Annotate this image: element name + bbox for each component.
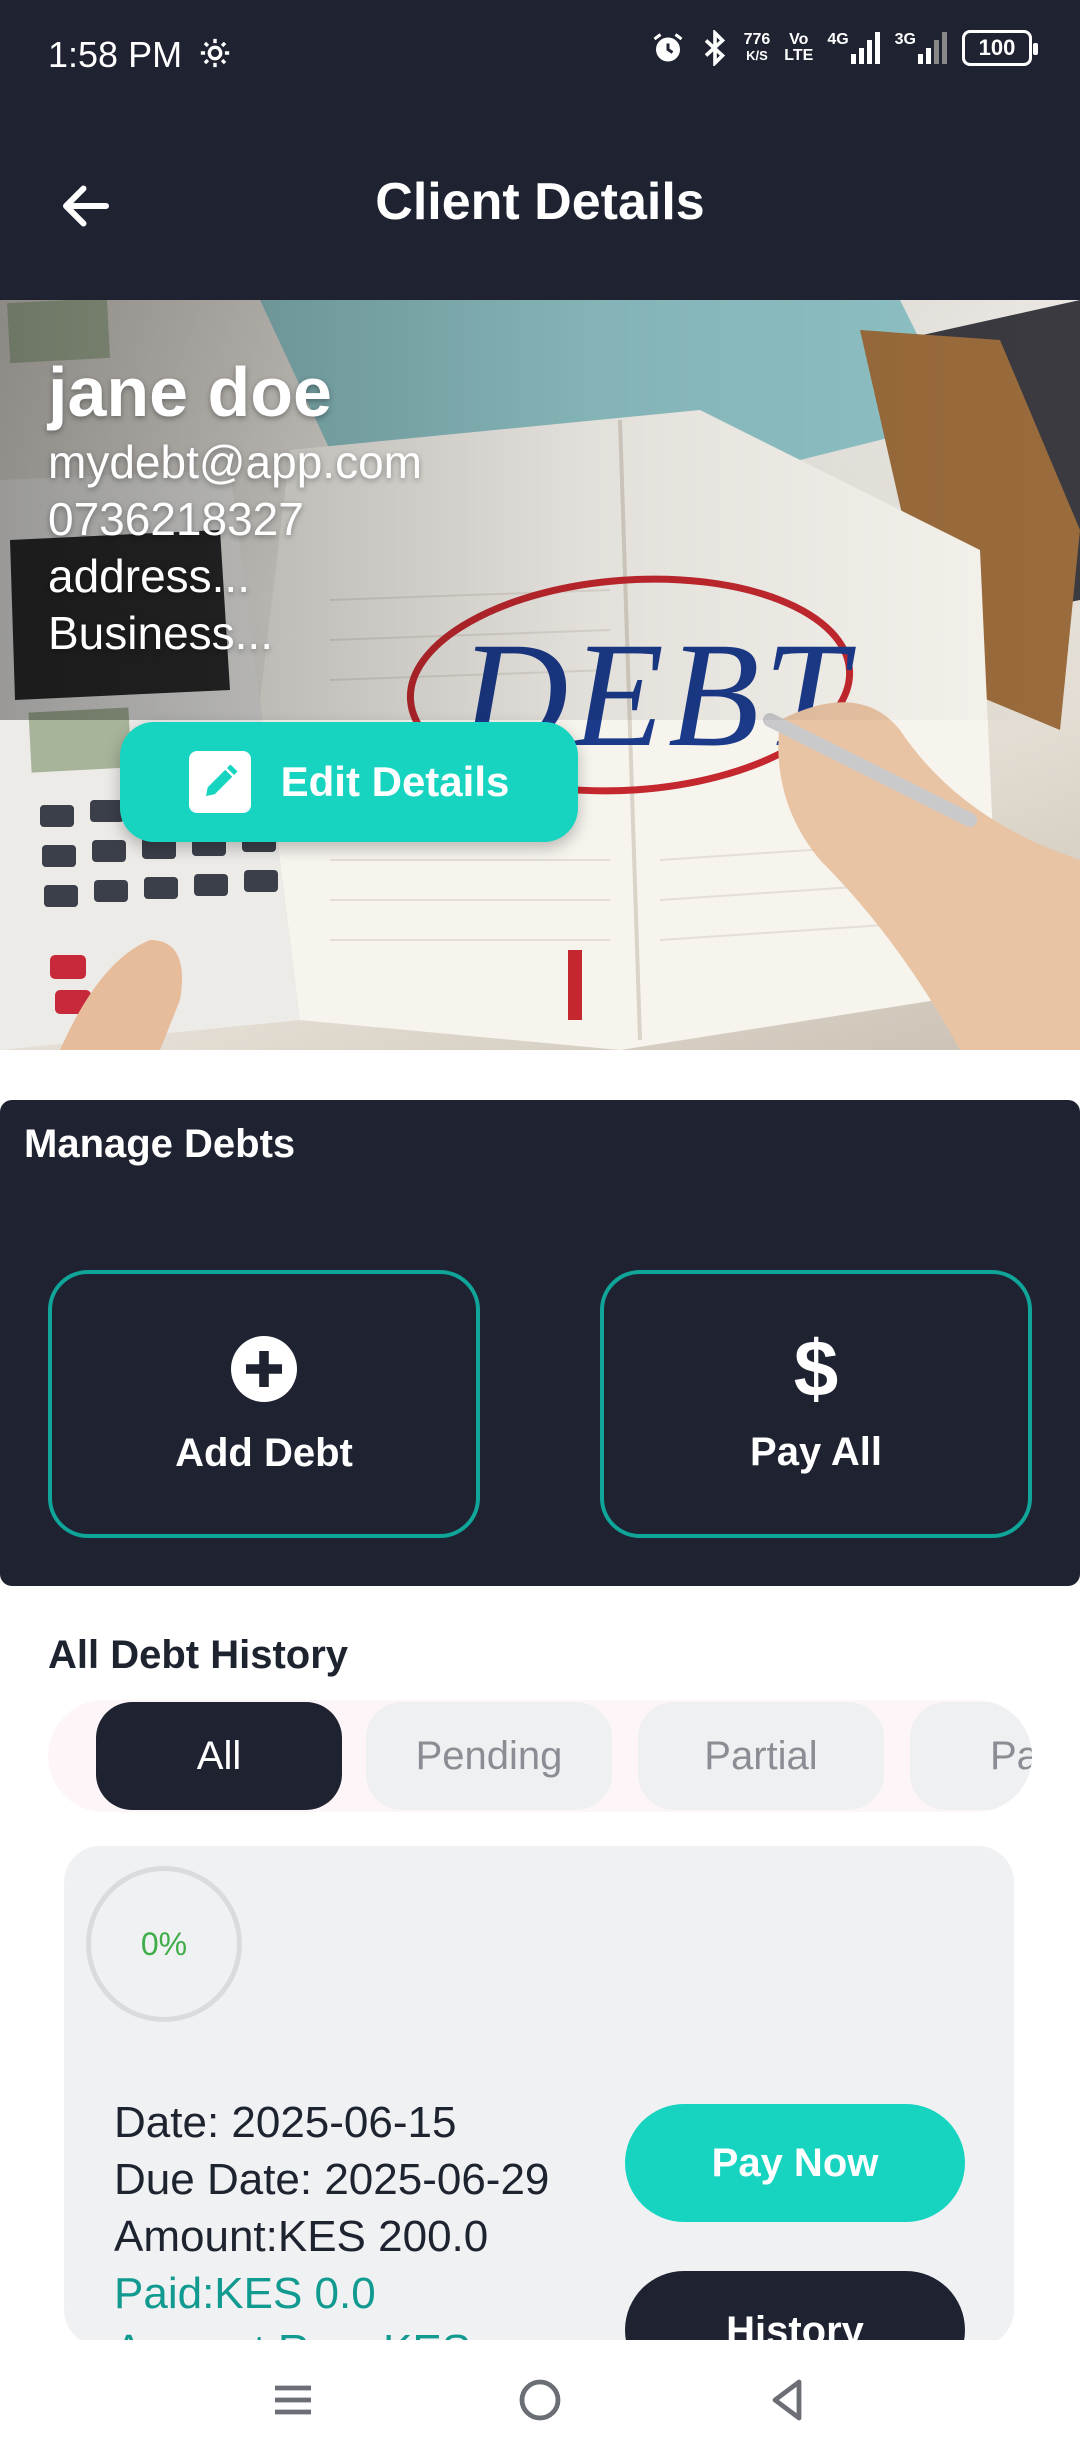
progress-indicator: 0% bbox=[86, 1866, 242, 2022]
add-debt-button[interactable]: Add Debt bbox=[48, 1270, 480, 1538]
client-name: jane doe bbox=[48, 353, 332, 431]
bluetooth-icon bbox=[700, 30, 730, 66]
client-address: address... bbox=[48, 550, 250, 602]
debt-date: Date: 2025-06-15 bbox=[114, 2098, 457, 2147]
home-icon[interactable] bbox=[516, 2376, 564, 2424]
client-business: Business... bbox=[48, 607, 273, 659]
filter-chip-paid[interactable]: Pa bbox=[910, 1702, 1032, 1810]
history-filter-bar: All Pending Partial Pa bbox=[48, 1700, 1032, 1812]
edit-details-label: Edit Details bbox=[280, 758, 510, 805]
debt-amount: Amount:KES 200.0 bbox=[114, 2212, 489, 2261]
signal-icon: 4G bbox=[827, 32, 880, 64]
menu-icon[interactable] bbox=[269, 2376, 317, 2424]
debt-card: 0% Date: 2025-06-15 Due Date: 2025-06-29… bbox=[64, 1846, 1014, 2346]
pay-now-button[interactable]: Pay Now bbox=[625, 2104, 965, 2222]
manage-debts-title: Manage Debts bbox=[24, 1122, 296, 1166]
client-hero: DEBT jane doe mydebt@app.com 0736218327 … bbox=[0, 300, 1080, 1050]
gear-icon bbox=[198, 36, 232, 70]
dollar-icon: $ bbox=[793, 1323, 839, 1413]
filter-chip-partial[interactable]: Partial bbox=[638, 1702, 884, 1810]
filter-chip-pending[interactable]: Pending bbox=[366, 1702, 612, 1810]
plus-circle-icon bbox=[228, 1333, 300, 1405]
status-bar: 1:58 PM 776 K/S Vo LTE 4G 3G 100 bbox=[0, 0, 1080, 110]
history-button[interactable]: History bbox=[625, 2271, 965, 2346]
alarm-icon bbox=[650, 30, 686, 66]
debt-details: Date: 2025-06-15 Due Date: 2025-06-29 Am… bbox=[114, 2094, 549, 2346]
edit-details-button[interactable]: Edit Details bbox=[120, 722, 578, 842]
manage-debts-panel: Manage Debts Add Debt $ Pay All bbox=[0, 1100, 1080, 1586]
page-title: Client Details bbox=[375, 173, 705, 231]
pencil-icon bbox=[188, 751, 251, 813]
debt-history-title: All Debt History bbox=[48, 1633, 349, 1677]
debt-paid: Paid:KES 0.0 bbox=[114, 2269, 376, 2318]
client-email: mydebt@app.com bbox=[48, 436, 422, 488]
status-time: 1:58 PM bbox=[48, 34, 183, 75]
battery-icon: 100 bbox=[962, 30, 1038, 66]
pay-all-button[interactable]: $ Pay All bbox=[600, 1270, 1032, 1538]
volte-indicator: Vo LTE bbox=[784, 31, 814, 64]
debt-due-date: Due Date: 2025-06-29 bbox=[114, 2155, 550, 2204]
net-speed: 776 K/S bbox=[743, 31, 771, 64]
app-bar: Client Details bbox=[0, 110, 1080, 300]
pay-all-label: Pay All bbox=[750, 1429, 882, 1474]
filter-chip-all[interactable]: All bbox=[96, 1702, 342, 1810]
back-triangle-icon[interactable] bbox=[763, 2376, 811, 2424]
system-nav-bar bbox=[0, 2340, 1080, 2460]
client-phone: 0736218327 bbox=[48, 493, 304, 545]
signal-icon: 3G bbox=[895, 32, 948, 64]
add-debt-label: Add Debt bbox=[175, 1430, 353, 1475]
client-info: jane doe mydebt@app.com 0736218327 addre… bbox=[48, 350, 422, 662]
